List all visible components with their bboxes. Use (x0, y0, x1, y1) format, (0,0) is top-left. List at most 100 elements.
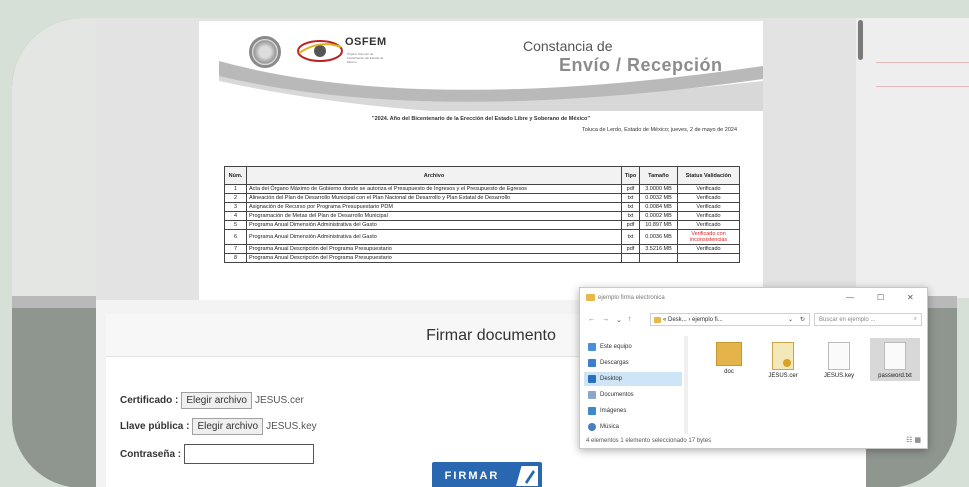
maximize-icon[interactable]: ☐ (877, 293, 884, 302)
download-icon (588, 359, 596, 367)
view-mode-icons[interactable]: ☷ ▦ (906, 436, 921, 444)
doc-title-line1: Constancia de (523, 38, 613, 54)
pdf-page: OSFEM Órgano Superior de Fiscalización d… (199, 21, 763, 300)
table-row: 5 Programa Anual Dimensión Administrativ… (224, 220, 740, 230)
refresh-icon[interactable]: ↻ (800, 316, 805, 323)
cell-tamano (639, 253, 678, 263)
cell-tamano: 10.897 MB (639, 220, 678, 230)
cell-tipo: txt (621, 229, 640, 245)
text-file-icon (884, 342, 906, 370)
certificate-file-name: JESUS.cer (254, 395, 304, 406)
minimize-icon[interactable]: — (846, 293, 854, 302)
table-row: 1 Acta del Órgano Máximo de Gobierno don… (224, 184, 740, 194)
back-icon[interactable]: ← (588, 316, 595, 323)
place-date: Toluca de Lerdo, Estado de México; jueve… (581, 127, 737, 133)
cell-archivo: Programa Anual Dimensión Administrativa … (246, 229, 622, 245)
cell-tipo (621, 253, 640, 263)
address-dropdown-icon[interactable]: ⌄ (788, 316, 793, 323)
table-row: 3 Asignación de Recurso por Programa Pre… (224, 202, 740, 212)
recent-locations-icon[interactable]: ⌄ (616, 316, 622, 324)
cell-num: 4 (224, 211, 247, 221)
col-header-num: Núm. (224, 166, 247, 185)
cell-tipo: txt (621, 211, 640, 221)
password-field: Contraseña : (120, 444, 315, 464)
pen-icon (516, 466, 538, 486)
cell-num: 5 (224, 220, 247, 230)
cell-status (677, 253, 740, 263)
files-table: Núm. Archivo Tipo Tamaño Status Validaci… (224, 166, 740, 263)
cell-tamano: 0.0002 MB (639, 211, 678, 221)
table-row: 7 Programa Anual Descripción del Program… (224, 244, 740, 254)
cell-tipo: pdf (621, 244, 640, 254)
cell-archivo: Alineación del Plan de Desarrollo Munici… (246, 193, 622, 203)
file-item-jesus-key[interactable]: JESUS.key (814, 338, 864, 381)
cell-tipo: txt (621, 193, 640, 203)
pdf-scrollbar[interactable] (856, 18, 866, 300)
sidebar-item-imagenes[interactable]: Imágenes (584, 404, 682, 418)
file-item-password-txt[interactable]: password.txt (870, 338, 920, 381)
file-item-doc[interactable]: doc (704, 338, 754, 377)
year-motto: "2024. Año del Bicentenario de la Erecci… (371, 116, 591, 122)
table-row: 8 Programa Anual Descripción del Program… (224, 253, 740, 263)
cell-archivo: Acta del Órgano Máximo de Gobierno donde… (246, 184, 622, 194)
background-panel-right (866, 18, 969, 298)
osfem-brand-subtitle: Órgano Superior de Fiscalización del Est… (347, 52, 384, 64)
cell-status: Verificado (677, 244, 740, 254)
address-path: « Desk... › ejemplo fi... (663, 317, 723, 323)
close-icon[interactable]: ✕ (907, 293, 914, 302)
osfem-eye-logo (297, 40, 343, 62)
cell-num: 6 (224, 229, 247, 245)
state-seal-logo (249, 36, 281, 68)
cell-tamano: 3.0000 MB (639, 184, 678, 194)
sign-button[interactable]: FIRMAR (432, 462, 542, 487)
folder-icon (654, 317, 661, 323)
sidebar-item-documentos[interactable]: Documentos (584, 388, 682, 402)
cell-archivo: Programa Anual Descripción del Programa … (246, 253, 622, 263)
public-key-file-name: JESUS.key (266, 421, 317, 432)
background-panel-left (12, 18, 96, 298)
cell-tipo: txt (621, 202, 640, 212)
search-icon: ⌕ (913, 316, 917, 322)
cell-tamano: 0.0084 MB (639, 202, 678, 212)
sidebar-item-descargas[interactable]: Descargas (584, 356, 682, 370)
cell-tipo: pdf (621, 184, 640, 194)
cell-tamano: 0.0036 MB (639, 229, 678, 245)
cell-num: 2 (224, 193, 247, 203)
explorer-search-input[interactable]: Buscar en ejemplo ... ⌕ (814, 313, 922, 326)
col-header-archivo: Archivo (246, 166, 622, 185)
cell-archivo: Programa Anual Dimensión Administrativa … (246, 220, 622, 230)
forward-icon[interactable]: → (602, 316, 609, 323)
pdf-scroll-thumb[interactable] (858, 20, 863, 60)
cell-num: 3 (224, 202, 247, 212)
explorer-titlebar[interactable]: ejemplo firma electronica — ☐ ✕ (580, 288, 927, 308)
cell-tipo: pdf (621, 220, 640, 230)
public-key-choose-button[interactable]: Elegir archivo (192, 418, 264, 435)
cell-num: 7 (224, 244, 247, 254)
sidebar-item-este-equipo[interactable]: Este equipo (584, 340, 682, 354)
col-header-status: Status Validación (677, 166, 740, 185)
cell-tamano: 3.5216 MB (639, 244, 678, 254)
table-row: 2 Alineación del Plan de Desarrollo Muni… (224, 193, 740, 203)
computer-icon (588, 343, 596, 351)
cell-status-warning: Verificado con inconsistencias (677, 229, 740, 245)
sidebar-item-musica[interactable]: Música (584, 420, 682, 434)
address-bar[interactable]: « Desk... › ejemplo fi... ⌄ ↻ (650, 313, 810, 326)
sidebar-item-desktop[interactable]: Desktop (584, 372, 682, 386)
pdf-viewer[interactable]: OSFEM Órgano Superior de Fiscalización d… (96, 18, 866, 300)
folder-icon (716, 342, 742, 366)
up-icon[interactable]: ↑ (628, 316, 632, 323)
cell-status: Verificado (677, 184, 740, 194)
osfem-brand: OSFEM (345, 36, 387, 48)
table-row: 4 Programación de Metas del Plan de Desa… (224, 211, 740, 221)
password-input[interactable] (184, 444, 315, 464)
table-row: 6 Programa Anual Dimensión Administrativ… (224, 229, 740, 245)
sign-button-label: FIRMAR (444, 470, 500, 482)
public-key-label: Llave pública : (120, 421, 190, 432)
col-header-tamano: Tamaño (639, 166, 678, 185)
explorer-sidebar: Este equipo Descargas Desktop Documentos… (584, 336, 688, 434)
sidebar-scrollbar[interactable] (684, 336, 688, 434)
public-key-field: Llave pública : Elegir archivo JESUS.key (120, 418, 317, 435)
file-item-jesus-cer[interactable]: JESUS.cer (758, 338, 808, 381)
documents-icon (588, 391, 596, 399)
certificate-choose-button[interactable]: Elegir archivo (181, 392, 252, 409)
